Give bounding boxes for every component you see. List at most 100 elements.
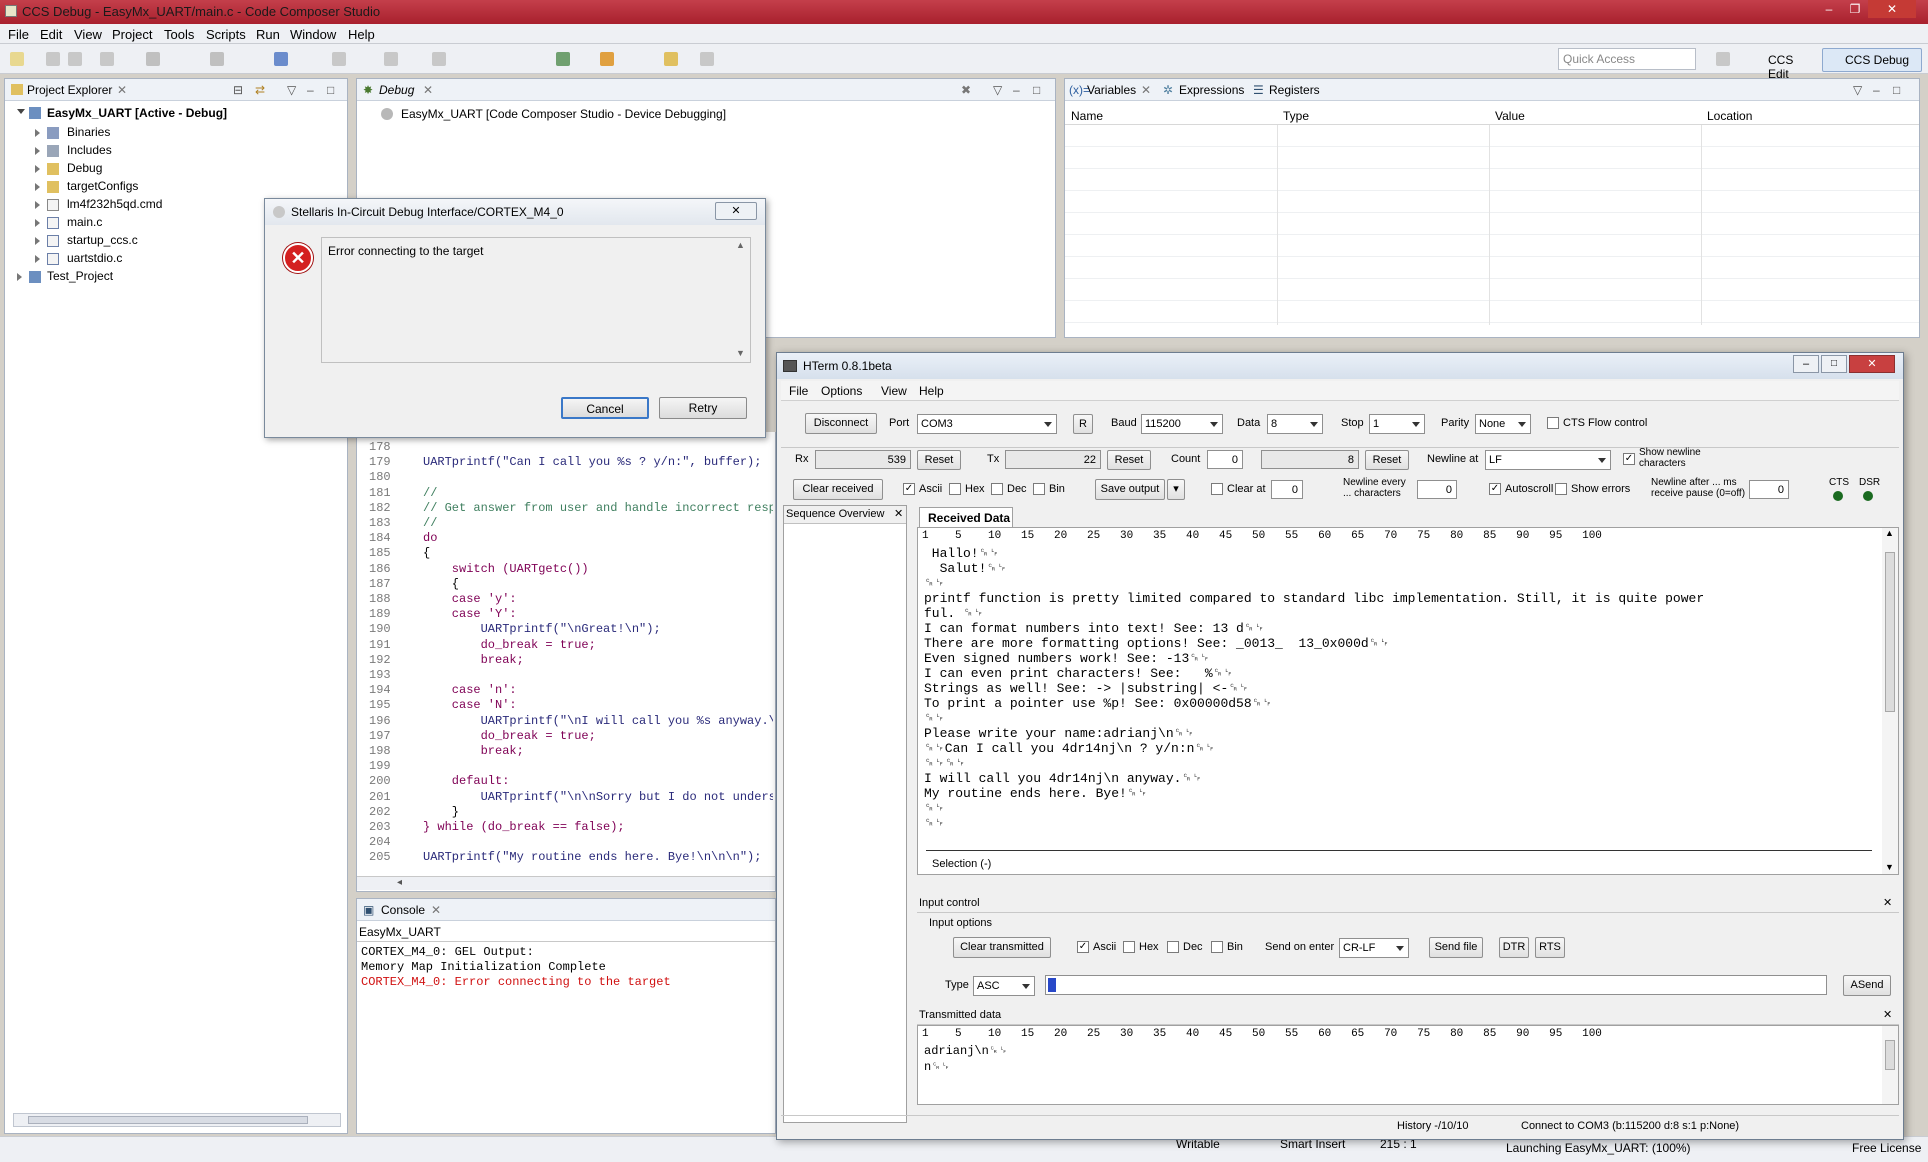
tree-item-includes[interactable]: Includes [67, 143, 112, 157]
close-icon[interactable]: ✕ [1883, 896, 1892, 909]
scroll-left-icon[interactable]: ◂ [397, 877, 402, 888]
terminate-icon[interactable] [432, 52, 446, 66]
hterm-menu-view[interactable]: View [881, 384, 907, 398]
ascii-checkbox[interactable]: ✓ [903, 483, 915, 495]
back-icon[interactable] [664, 52, 678, 66]
save-icon[interactable] [46, 52, 60, 66]
received-vscrollbar[interactable]: ▲ ▼ [1882, 528, 1898, 874]
autoscroll-checkbox[interactable]: ✓ [1489, 483, 1501, 495]
show-newline-checkbox[interactable]: ✓ [1623, 453, 1635, 465]
send-input[interactable] [1045, 975, 1827, 995]
close-tab-icon[interactable]: ✕ [431, 903, 441, 917]
minimize-view-icon[interactable]: – [1013, 83, 1020, 97]
expand-triangle-icon[interactable] [35, 255, 40, 263]
resume-icon[interactable] [384, 52, 398, 66]
debug-icon[interactable] [274, 52, 288, 66]
tx-bin-checkbox[interactable] [1211, 941, 1223, 953]
close-icon[interactable]: ✕ [1883, 1008, 1892, 1021]
count-reset-button[interactable]: Reset [1365, 450, 1409, 470]
step-into-icon[interactable] [332, 52, 346, 66]
debug-session[interactable]: EasyMx_UART [Code Composer Studio - Devi… [401, 107, 726, 121]
stop-bits-select[interactable]: 1 [1369, 414, 1425, 434]
expand-triangle-icon[interactable] [17, 109, 25, 114]
dialog-close-button[interactable]: ✕ [715, 202, 757, 220]
tree-item-startup[interactable]: startup_ccs.c [67, 233, 138, 247]
column-location[interactable]: Location [1707, 109, 1752, 123]
send-on-enter-select[interactable]: CR-LF [1339, 938, 1409, 958]
minimize-view-icon[interactable]: – [307, 83, 314, 97]
chip-icon[interactable] [556, 52, 570, 66]
open-perspective-icon[interactable] [1716, 52, 1730, 66]
menu-help[interactable]: Help [348, 27, 375, 42]
quick-access-input[interactable]: Quick Access [1558, 48, 1696, 70]
rts-button[interactable]: RTS [1535, 937, 1565, 958]
tree-item-targetconfigs[interactable]: targetConfigs [67, 179, 138, 193]
maximize-button[interactable]: □ [1821, 355, 1847, 373]
menu-run[interactable]: Run [256, 27, 280, 42]
show-errors-checkbox[interactable] [1555, 483, 1567, 495]
cancel-button[interactable]: Cancel [561, 397, 649, 419]
transmitted-data-area[interactable]: 1 5 10 15 20 25 30 35 40 45 50 55 60 65 … [917, 1025, 1899, 1105]
minimize-view-icon[interactable]: – [1873, 83, 1880, 97]
parity-select[interactable]: None [1475, 414, 1531, 434]
expand-triangle-icon[interactable] [35, 183, 40, 191]
expand-triangle-icon[interactable] [35, 129, 40, 137]
perspective-ccs-edit[interactable]: CCS Edit [1748, 50, 1820, 81]
tab-expressions[interactable]: Expressions [1179, 83, 1244, 97]
scrollbar-thumb[interactable] [1885, 1040, 1895, 1070]
scrollbar-thumb[interactable] [1885, 552, 1895, 712]
scroll-up-icon[interactable]: ▲ [736, 240, 745, 250]
close-button[interactable]: ✕ [1849, 355, 1895, 373]
tree-item-test-project[interactable]: Test_Project [47, 269, 113, 283]
tab-variables[interactable]: Variables [1087, 83, 1136, 97]
clean-icon[interactable] [210, 52, 224, 66]
tree-item-cmd[interactable]: lm4f232h5qd.cmd [67, 197, 162, 211]
print-icon[interactable] [100, 52, 114, 66]
scroll-down-icon[interactable]: ▼ [736, 348, 745, 358]
baud-select[interactable]: 115200 [1141, 414, 1223, 434]
hterm-menu-file[interactable]: File [789, 384, 808, 398]
bin-checkbox[interactable] [1033, 483, 1045, 495]
menu-tools[interactable]: Tools [164, 27, 194, 42]
tx-dec-checkbox[interactable] [1167, 941, 1179, 953]
build-icon[interactable] [146, 52, 160, 66]
save-output-dropdown[interactable]: ▾ [1167, 479, 1185, 500]
link-editor-icon[interactable]: ⇄ [255, 83, 265, 97]
clear-received-button[interactable]: Clear received [793, 479, 883, 500]
menu-file[interactable]: File [8, 27, 29, 42]
horizontal-scrollbar[interactable] [13, 1113, 341, 1127]
data-bits-select[interactable]: 8 [1267, 414, 1323, 434]
column-type[interactable]: Type [1283, 109, 1309, 123]
expand-triangle-icon[interactable] [35, 147, 40, 155]
newline-at-select[interactable]: LF [1485, 450, 1611, 470]
view-menu-icon[interactable]: ▽ [287, 83, 296, 97]
tree-root-project[interactable]: EasyMx_UART [Active - Debug] [47, 106, 227, 120]
run-tool-icon[interactable] [600, 52, 614, 66]
menu-project[interactable]: Project [112, 27, 152, 42]
send-file-button[interactable]: Send file [1429, 937, 1483, 958]
hex-checkbox[interactable] [949, 483, 961, 495]
close-tab-icon[interactable]: ✕ [1141, 83, 1151, 97]
view-menu-icon[interactable]: ▽ [993, 83, 1002, 97]
maximize-view-icon[interactable]: □ [1893, 83, 1900, 97]
close-button[interactable]: ✕ [1868, 0, 1916, 18]
received-data-tab[interactable]: Received Data [919, 507, 1013, 527]
rx-reset-button[interactable]: Reset [917, 450, 961, 470]
save-all-icon[interactable] [68, 52, 82, 66]
close-icon[interactable]: ✕ [894, 507, 903, 520]
maximize-view-icon[interactable]: □ [1033, 83, 1040, 97]
debug-tab[interactable]: ✸ Debug ✕ ✖ ▽ – □ [357, 79, 1055, 101]
clear-at-checkbox[interactable] [1211, 483, 1223, 495]
save-output-button[interactable]: Save output [1095, 479, 1165, 500]
column-value[interactable]: Value [1495, 109, 1525, 123]
type-select[interactable]: ASC [973, 976, 1035, 996]
view-menu-icon[interactable]: ▽ [1853, 83, 1862, 97]
tab-registers[interactable]: Registers [1269, 83, 1320, 97]
maximize-button[interactable]: ❐ [1842, 0, 1868, 18]
tree-item-debug[interactable]: Debug [67, 161, 102, 175]
tx-ascii-checkbox[interactable]: ✓ [1077, 941, 1089, 953]
perspective-ccs-debug[interactable]: CCS Debug [1822, 48, 1922, 72]
maximize-view-icon[interactable]: □ [327, 83, 334, 97]
close-tab-icon[interactable]: ✕ [117, 83, 127, 97]
menu-view[interactable]: View [74, 27, 102, 42]
